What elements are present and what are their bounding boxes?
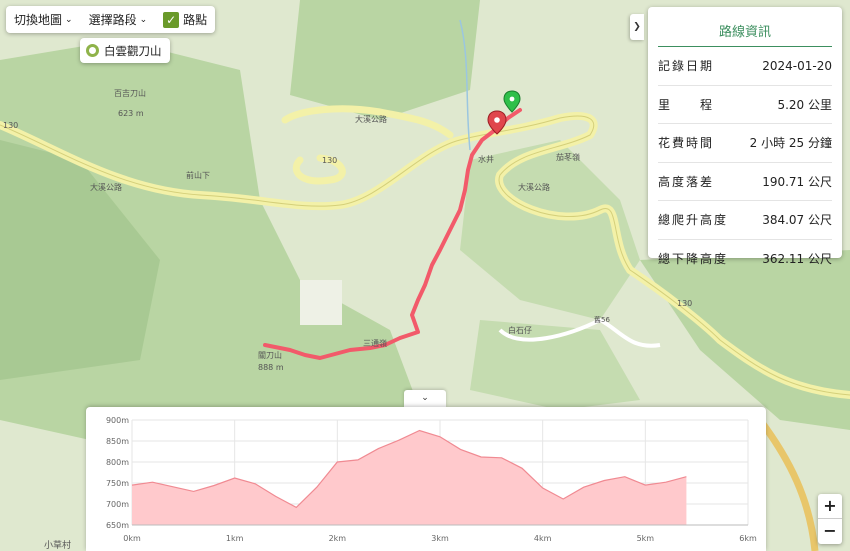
place-label: 小草村 [44, 539, 71, 551]
place-label: 前山下 [186, 170, 210, 180]
info-label: 花費時間 [658, 136, 715, 151]
info-label: 高度落差 [658, 174, 715, 189]
info-value: 190.71 公尺 [762, 174, 832, 189]
x-tick-label: 6km [739, 534, 757, 543]
map-toolbar: 切換地圖 ⌄ 選擇路段 ⌄ ✓ 路點 [6, 6, 216, 33]
road-name-label: 大溪公路 [355, 114, 387, 124]
elevation-chart[interactable]: 650m 700m 750m 800m 850m 900m 0km 1km 2km 3km 4km 5… [86, 407, 766, 551]
elevation-profile-panel: 650m 700m 750m 800m 850m 900m 0km 1km 2km 3km 4km 5… [86, 407, 766, 551]
route-info-panel: 路線資訊 記錄日期 2024-01-20 里 程 5.20 公里 花費時間 2 … [648, 7, 842, 266]
peak-label: 百吉刀山 [114, 88, 146, 98]
y-tick-label: 750m [106, 479, 129, 488]
info-row: 里 程 5.20 公里 [658, 86, 832, 124]
x-tick-label: 3km [431, 534, 449, 543]
info-value: 2024-01-20 [762, 58, 832, 73]
info-value: 384.07 公尺 [762, 213, 832, 228]
y-tick-label: 800m [106, 458, 129, 467]
info-value: 2 小時 25 分鐘 [749, 136, 832, 151]
trail-name: 白雲觀刀山 [104, 43, 162, 58]
chevron-down-icon: ⌄ [421, 393, 429, 403]
chevron-down-icon: ⌄ [139, 14, 148, 25]
panel-title: 路線資訊 [658, 7, 832, 47]
info-label: 里 程 [658, 97, 715, 112]
y-tick-label: 850m [106, 437, 129, 446]
peak-label: 關刀山 [258, 350, 282, 360]
road-number-label: 130 [677, 299, 692, 308]
road-name-label: 大溪公路 [90, 182, 122, 192]
info-value: 362.11 公尺 [762, 252, 832, 267]
peak-elevation: 623 m [118, 109, 144, 118]
x-tick-label: 4km [534, 534, 552, 543]
checkbox-checked-icon[interactable]: ✓ [163, 11, 180, 28]
switch-map-label: 切換地圖 [14, 13, 63, 27]
info-row: 記錄日期 2024-01-20 [658, 47, 832, 86]
y-tick-label: 700m [106, 500, 129, 509]
map-page: 130 130 130 大溪公路 大溪公路 大溪公路 百吉刀山 623 m 關刀… [0, 0, 850, 551]
place-label: 白石仔 [508, 325, 532, 335]
info-row: 花費時間 2 小時 25 分鐘 [658, 124, 832, 163]
y-tick-label: 650m [106, 521, 129, 530]
zoom-control: + − [818, 494, 842, 544]
select-route-label: 選擇路段 [88, 13, 137, 27]
place-label: 舊56 [594, 315, 610, 324]
ring-icon [86, 44, 99, 57]
info-label: 記錄日期 [658, 59, 715, 74]
info-value: 5.20 公里 [777, 97, 832, 112]
waypoint-toggle[interactable]: ✓ 路點 [155, 6, 215, 33]
select-route-dropdown[interactable]: 選擇路段 ⌄ [81, 6, 156, 33]
info-row: 總下降高度 362.11 公尺 [658, 240, 832, 279]
elevation-area [132, 430, 687, 525]
road-number-label: 130 [3, 121, 18, 130]
road-name-label: 大溪公路 [518, 182, 550, 192]
info-label: 總下降高度 [658, 252, 729, 267]
x-tick-label: 1km [226, 534, 244, 543]
trail-legend-chip[interactable]: 白雲觀刀山 [80, 38, 170, 63]
info-row: 總爬升高度 384.07 公尺 [658, 201, 832, 240]
x-tick-label: 2km [329, 534, 347, 543]
switch-map-dropdown[interactable]: 切換地圖 ⌄ [6, 6, 81, 33]
place-label: 水井 [478, 154, 494, 164]
place-label: 三通嶺 [363, 338, 387, 348]
road-number-label: 130 [322, 156, 337, 165]
x-tick-label: 5km [637, 534, 655, 543]
zoom-in-button[interactable]: + [818, 494, 842, 519]
chevron-right-icon: ❯ [633, 22, 641, 32]
chevron-down-icon: ⌄ [65, 14, 73, 25]
collapse-panel-button[interactable]: ❯ [630, 14, 644, 40]
x-tick-label: 0km [123, 534, 141, 543]
waypoint-label: 路點 [183, 13, 208, 27]
zoom-out-button[interactable]: − [818, 519, 842, 544]
place-label: 茄苳嶺 [556, 152, 580, 162]
y-tick-label: 900m [106, 416, 129, 425]
peak-elevation: 888 m [258, 363, 284, 372]
toggle-elevation-button[interactable]: ⌄ [404, 390, 446, 407]
info-label: 總爬升高度 [658, 213, 729, 228]
clearing [300, 280, 342, 325]
info-row: 高度落差 190.71 公尺 [658, 163, 832, 201]
